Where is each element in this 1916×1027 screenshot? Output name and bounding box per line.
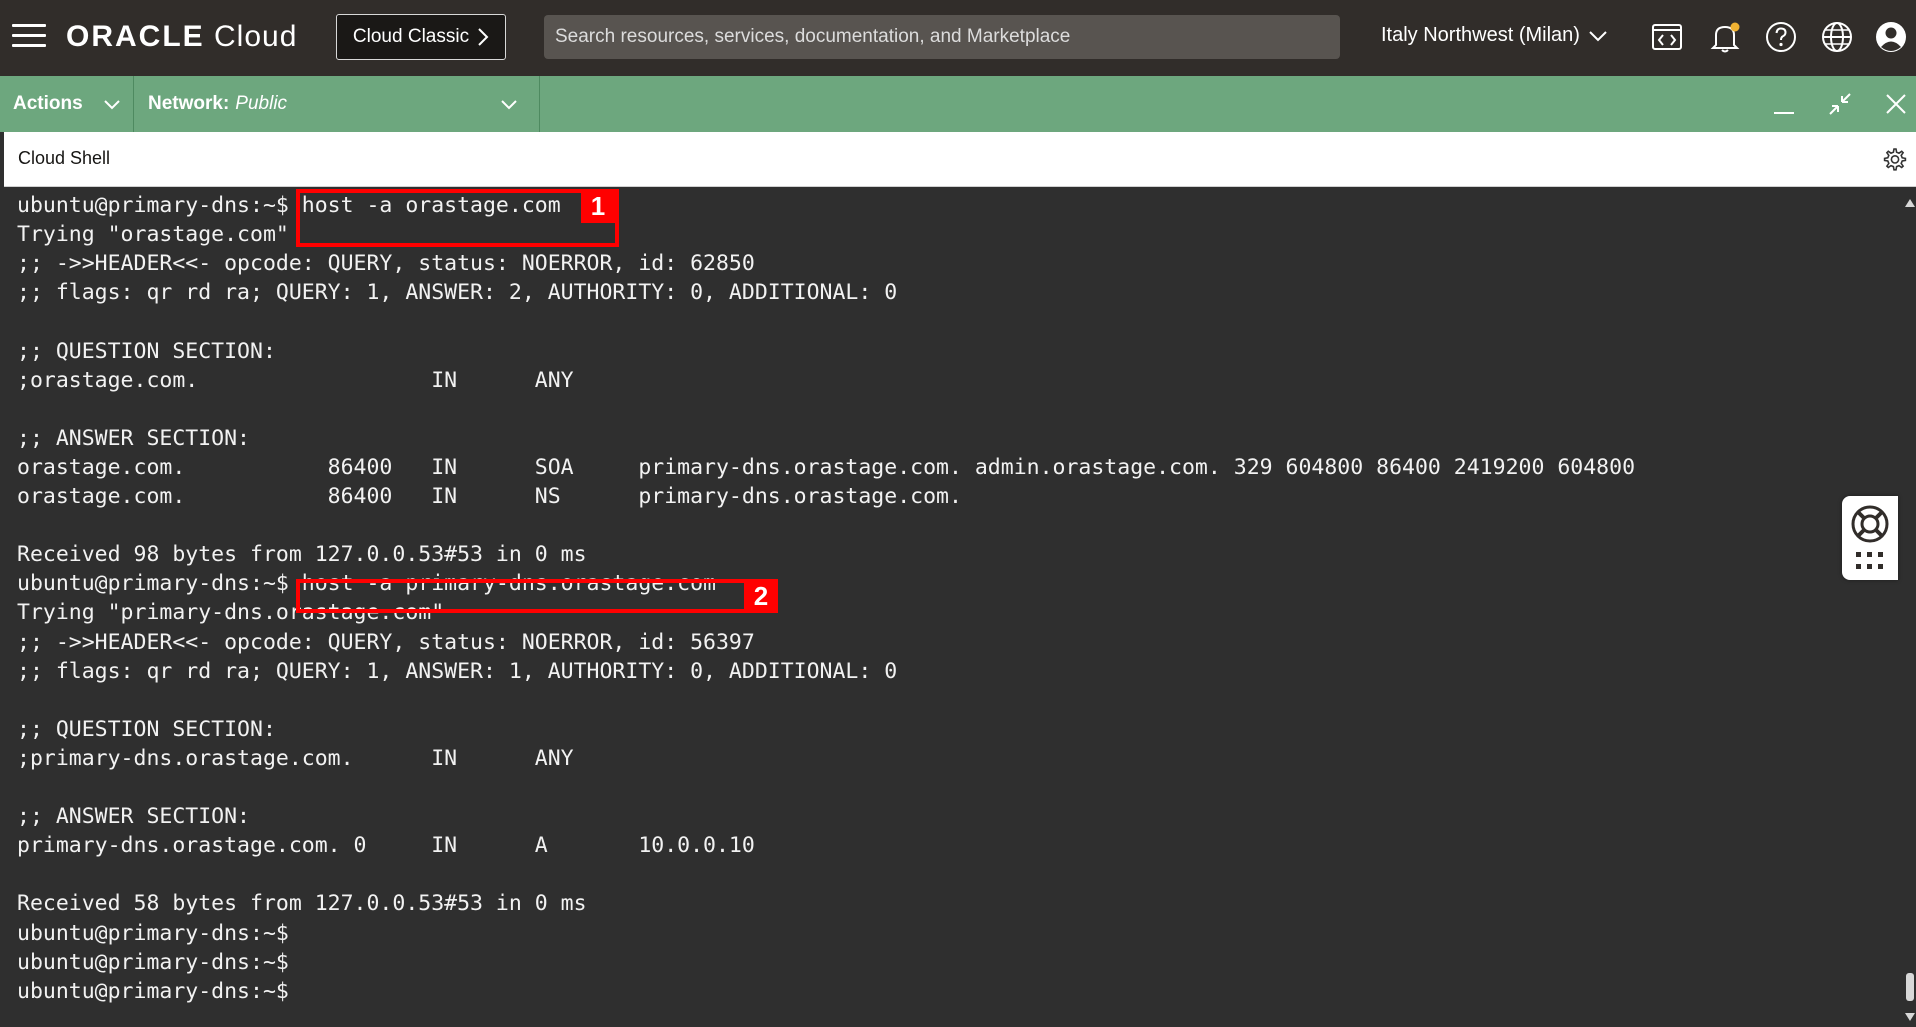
actions-menu[interactable]: Actions: [0, 76, 134, 132]
region-selector[interactable]: Italy Northwest (Milan): [1381, 24, 1608, 47]
terminal-line: ubuntu@primary-dns:~$: [17, 949, 289, 975]
actions-label: Actions: [13, 93, 83, 114]
scroll-down-icon[interactable]: [1905, 1013, 1915, 1021]
language-globe-icon[interactable]: [1818, 18, 1856, 56]
scrollbar-thumb[interactable]: [1906, 973, 1914, 1001]
cloud-shell-title: Cloud Shell: [18, 148, 111, 168]
terminal-line: Received 58 bytes from 127.0.0.53#53 in …: [17, 891, 587, 917]
brand-cloud: Cloud: [214, 20, 298, 53]
annotation-label-1: 1: [581, 189, 615, 223]
chevron-right-icon: [478, 28, 489, 46]
terminal-line: ;; QUESTION SECTION:: [17, 716, 276, 742]
network-value: Public: [235, 93, 288, 114]
gear-icon[interactable]: [1880, 146, 1908, 174]
chevron-down-icon: [103, 99, 120, 109]
chevron-down-icon: [1589, 30, 1607, 41]
terminal-line: ;orastage.com. IN ANY: [17, 367, 574, 393]
terminal-line: ubuntu@primary-dns:~$: [17, 978, 289, 1004]
terminal-line: ;; ANSWER SECTION:: [17, 425, 250, 451]
region-label: Italy Northwest (Milan): [1381, 24, 1580, 46]
help-icon[interactable]: [1762, 18, 1800, 56]
close-icon[interactable]: [1882, 90, 1910, 118]
minimize-icon[interactable]: [1770, 90, 1798, 118]
terminal-line: ;; ANSWER SECTION:: [17, 804, 250, 830]
terminal-scrollbar[interactable]: [1904, 187, 1916, 1027]
menu-icon[interactable]: [12, 24, 46, 50]
cloud-shell-title-bar: Cloud Shell: [4, 132, 1916, 187]
terminal-line: ;; flags: qr rd ra; QUERY: 1, ANSWER: 1,…: [17, 658, 898, 684]
restore-icon[interactable]: [1826, 90, 1854, 118]
scroll-up-icon[interactable]: [1905, 199, 1915, 207]
terminal-line: Received 98 bytes from 127.0.0.53#53 in …: [17, 542, 587, 568]
annotation-label-2: 2: [744, 579, 778, 613]
terminal-line: ;; ->>HEADER<<- opcode: QUERY, status: N…: [17, 251, 755, 277]
notifications-bell-icon[interactable]: [1706, 18, 1744, 56]
terminal-line: ubuntu@primary-dns:~$: [17, 920, 289, 946]
network-selector[interactable]: Network: Public: [134, 76, 540, 132]
help-widget: [1842, 496, 1898, 580]
lifebuoy-help-icon[interactable]: [1850, 504, 1890, 544]
annotation-box-2: [296, 579, 778, 613]
terminal-line: orastage.com. 86400 IN SOA primary-dns.o…: [17, 454, 1636, 480]
apps-grid-icon[interactable]: [1854, 550, 1886, 572]
terminal-line: ;; QUESTION SECTION:: [17, 338, 276, 364]
network-label: Network:: [148, 93, 230, 114]
terminal-output[interactable]: ubuntu@primary-dns:~$ host -a orastage.c…: [4, 187, 1904, 1027]
cloud-classic-label: Cloud Classic: [352, 26, 470, 47]
oracle-cloud-logo[interactable]: ORACLE Cloud: [66, 20, 297, 54]
cloud-shell-toolbar: Actions Network: Public: [0, 76, 1916, 132]
top-navigation-bar: ORACLE Cloud Cloud Classic Search resour…: [0, 0, 1916, 76]
terminal-line: ;; ->>HEADER<<- opcode: QUERY, status: N…: [17, 629, 755, 655]
user-profile-icon[interactable]: [1872, 18, 1910, 56]
search-placeholder: Search resources, services, documentatio…: [555, 26, 1071, 47]
cloud-classic-button[interactable]: Cloud Classic: [336, 14, 506, 60]
terminal-line: ;; flags: qr rd ra; QUERY: 1, ANSWER: 2,…: [17, 280, 898, 306]
chevron-down-icon: [501, 100, 517, 110]
brand-oracle: ORACLE: [66, 20, 205, 53]
terminal-line: ;primary-dns.orastage.com. IN ANY: [17, 745, 574, 771]
code-editor-icon[interactable]: [1648, 18, 1686, 56]
annotation-box-1: [296, 189, 619, 247]
search-input[interactable]: Search resources, services, documentatio…: [544, 15, 1340, 59]
terminal-line: primary-dns.orastage.com. 0 IN A 10.0.0.…: [17, 833, 755, 859]
terminal-line: Trying "orastage.com": [17, 222, 289, 248]
terminal-line: orastage.com. 86400 IN NS primary-dns.or…: [17, 484, 962, 509]
